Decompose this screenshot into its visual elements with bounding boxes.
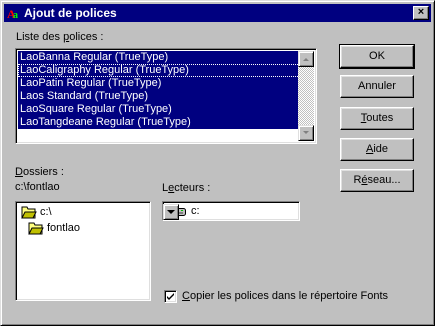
open-folder-icon: [21, 206, 37, 219]
network-button[interactable]: Réseau...: [340, 169, 414, 192]
font-list-item[interactable]: LaoCaligraphy Regular (TrueType): [18, 64, 300, 77]
drive-select[interactable]: c:: [162, 201, 300, 221]
font-list-item[interactable]: LaoPatin Regular (TrueType): [18, 77, 300, 90]
svg-text:a: a: [13, 10, 18, 20]
font-list-scrollbar[interactable]: [298, 51, 314, 141]
drive-select-value: c:: [191, 205, 200, 217]
help-button[interactable]: Aide: [340, 138, 414, 161]
ok-button[interactable]: OK: [339, 44, 415, 69]
font-list-item[interactable]: LaoBanna Regular (TrueType): [18, 51, 300, 64]
drive-dropdown-button[interactable]: [163, 204, 179, 220]
font-list[interactable]: LaoBanna Regular (TrueType) LaoCaligraph…: [15, 48, 317, 144]
scroll-up-button[interactable]: [298, 51, 314, 67]
drives-label: Lecteurs :: [162, 182, 211, 194]
window-title: Ajout de polices: [24, 6, 117, 20]
folders-label: Dossiers :: [15, 166, 64, 178]
current-path: c:\fontlao: [15, 181, 60, 193]
font-list-items: LaoBanna Regular (TrueType) LaoCaligraph…: [18, 51, 300, 141]
checkmark-icon: [167, 293, 174, 300]
chevron-down-icon: [167, 210, 175, 214]
scroll-down-button[interactable]: [298, 125, 314, 141]
add-fonts-dialog: A a Ajout de polices × Liste des polices…: [0, 0, 435, 326]
title-bar[interactable]: A a Ajout de polices ×: [4, 4, 431, 22]
select-all-button[interactable]: Toutes: [340, 107, 414, 130]
close-button[interactable]: ×: [413, 6, 429, 20]
folder-list[interactable]: c:\ fontlao: [15, 201, 151, 301]
copy-fonts-checkbox[interactable]: [164, 290, 177, 303]
font-list-item[interactable]: Laos Standard (TrueType): [18, 90, 300, 103]
folder-item-label: c:\: [40, 206, 52, 218]
fonts-app-icon: A a: [7, 6, 21, 20]
close-icon: ×: [417, 6, 425, 18]
font-list-item[interactable]: LaoSquare Regular (TrueType): [18, 103, 300, 116]
font-list-label: Liste des polices :: [16, 31, 104, 43]
cancel-button[interactable]: Annuler: [340, 75, 414, 98]
copy-fonts-label[interactable]: Copier les polices dans le répertoire Fo…: [182, 290, 388, 302]
arrow-down-icon: [303, 131, 309, 134]
arrow-up-icon: [303, 58, 309, 61]
font-list-item[interactable]: LaoTangdeane Regular (TrueType): [18, 116, 300, 129]
open-folder-icon: [28, 222, 44, 235]
folder-item-fontlao[interactable]: fontlao: [28, 220, 80, 236]
folder-item-label: fontlao: [47, 222, 81, 234]
folder-item-root[interactable]: c:\: [21, 204, 52, 220]
